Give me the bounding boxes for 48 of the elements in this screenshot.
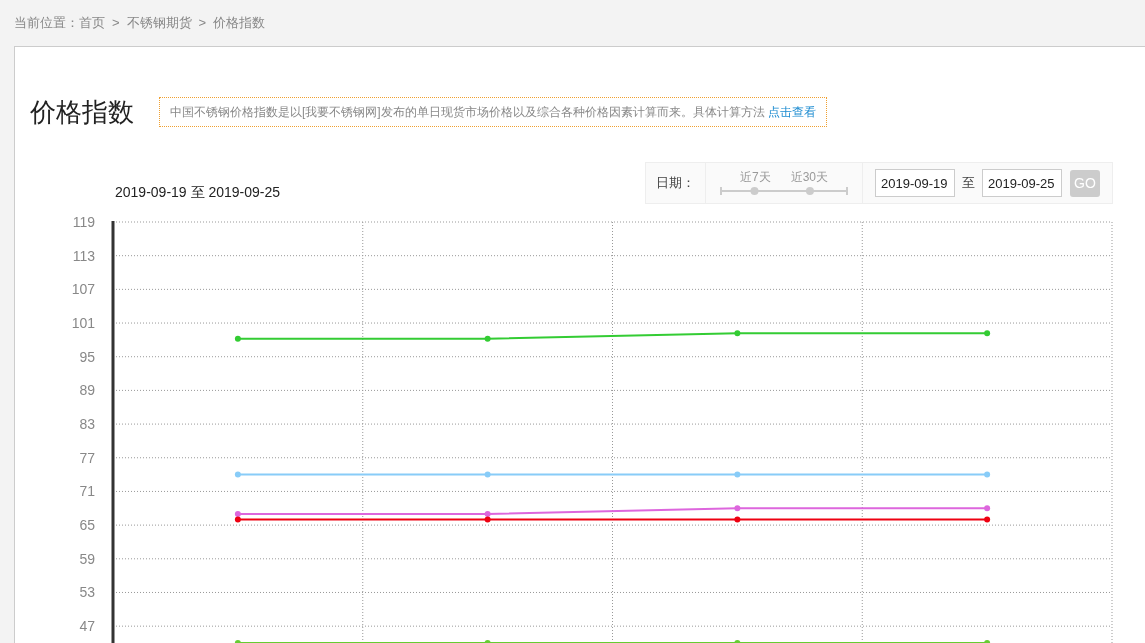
breadcrumb-link[interactable]: 价格指数 [213, 13, 266, 33]
date-label: 日期： [646, 163, 706, 203]
data-point [984, 471, 991, 478]
details-link[interactable]: 点击查看 [767, 103, 816, 121]
data-point [734, 471, 741, 478]
end-date-field[interactable]: 2019-09-25 [982, 169, 1062, 197]
data-point [234, 640, 241, 643]
y-tick-label: 113 [72, 247, 95, 264]
y-tick-label: 77 [79, 449, 95, 466]
slider-thumb[interactable] [805, 186, 814, 195]
data-point [734, 640, 741, 643]
data-point [734, 516, 741, 523]
data-point [234, 471, 241, 478]
breadcrumb-link[interactable]: 不锈钢期货 [126, 13, 192, 33]
note-text: 中国不锈钢价格指数是以[我要不锈钢网]发布的单日现货市场价格以及综合各种价格因素计算而来。具体计算方法 [170, 104, 765, 121]
y-tick-label: 59 [79, 550, 95, 567]
y-tick-label: 53 [79, 584, 95, 601]
y-tick-label: 65 [79, 517, 95, 534]
y-tick-label: 89 [79, 382, 95, 399]
data-point [734, 330, 741, 337]
data-point [984, 505, 991, 512]
data-point [484, 640, 491, 643]
preset-option[interactable]: 近7天 [739, 170, 771, 183]
preset-option[interactable]: 近30天 [790, 170, 828, 183]
data-point [984, 640, 991, 643]
range-slider[interactable] [720, 185, 848, 196]
y-tick-label: 107 [71, 281, 95, 298]
date-range-text: 2019-09-19 至 2019-09-25 [115, 183, 280, 202]
breadcrumb-label: 当前位置： [14, 14, 79, 33]
data-point [984, 516, 991, 523]
page-title: 价格指数 [30, 99, 134, 125]
data-point [234, 335, 241, 342]
slider-thumb[interactable] [750, 186, 759, 195]
breadcrumb-separator: > [198, 14, 207, 33]
y-tick-label: 83 [79, 416, 95, 433]
y-tick-label: 119 [72, 214, 95, 230]
start-date-field[interactable]: 2019-09-19 [875, 169, 955, 197]
y-tick-label: 95 [79, 348, 95, 365]
y-tick-label: 71 [79, 483, 95, 500]
to-label: 至 [962, 174, 975, 193]
data-point [984, 330, 991, 337]
y-tick-label: 47 [79, 618, 95, 635]
y-tick-label: 101 [71, 315, 95, 332]
data-point [484, 471, 491, 478]
breadcrumb-separator: > [112, 14, 120, 33]
data-point [484, 335, 491, 342]
breadcrumb-link[interactable]: 首页 [79, 13, 105, 33]
data-point [734, 505, 741, 512]
